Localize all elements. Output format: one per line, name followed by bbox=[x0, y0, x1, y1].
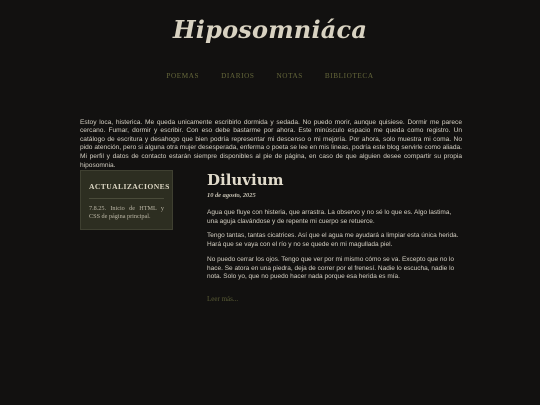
update-entry: 7.8.25. Inicio de HTML y CSS de página p… bbox=[89, 205, 164, 221]
intro-text: Estoy loca, histerica. Me queda unicamen… bbox=[80, 118, 462, 169]
blog-post: Diluvium 10 de agosto, 2025 Agua que flu… bbox=[207, 170, 461, 306]
post-paragraph: Tengo tantas, tantas cicatrices. Así que… bbox=[207, 232, 459, 249]
main-nav: POEMAS DIARIOS NOTAS BIBLIOTECA bbox=[0, 72, 540, 80]
nav-item-poemas[interactable]: POEMAS bbox=[166, 72, 199, 80]
post-paragraph: No puedo cerrar los ojos. Tengo que ver … bbox=[207, 255, 455, 281]
updates-divider bbox=[89, 198, 164, 199]
updates-heading: ACTUALIZACIONES bbox=[89, 182, 170, 191]
post-date: 10 de agosto, 2025 bbox=[207, 192, 256, 199]
read-more-link[interactable]: Leer más... bbox=[207, 295, 238, 303]
nav-item-diarios[interactable]: DIARIOS bbox=[221, 72, 254, 80]
site-title: Hiposomniáca bbox=[172, 15, 368, 44]
post-paragraph: Agua que fluye con histeria, que arrastr… bbox=[207, 209, 452, 225]
post-title: Diluvium bbox=[207, 171, 284, 189]
nav-item-biblioteca[interactable]: BIBLIOTECA bbox=[325, 72, 374, 80]
nav-item-notas[interactable]: NOTAS bbox=[277, 72, 303, 80]
updates-sidebar: ACTUALIZACIONES 7.8.25. Inicio de HTML y… bbox=[80, 170, 173, 230]
